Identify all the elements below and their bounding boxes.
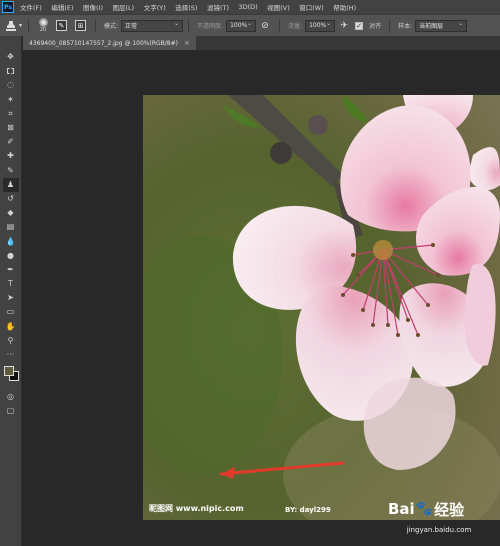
menu-window[interactable]: 窗口(W) — [299, 2, 324, 12]
airbrush-icon[interactable]: ✈ — [338, 20, 350, 32]
color-swatches[interactable] — [3, 366, 19, 384]
screen-mode-icon[interactable]: ▢ — [3, 404, 19, 418]
baidu-logo-text-right: 经验 — [434, 500, 465, 519]
separator — [28, 18, 29, 33]
flow-field[interactable]: 100% — [305, 19, 336, 32]
type-icon[interactable]: T — [3, 277, 19, 291]
baidu-url: jingyan.baidu.com — [406, 526, 472, 534]
separator — [95, 18, 96, 33]
marquee-icon[interactable] — [3, 64, 19, 78]
sample-dropdown[interactable]: 当前图层 — [415, 19, 468, 32]
close-icon[interactable]: × — [184, 39, 190, 47]
options-bar: ▾ 20 ✎ ⊞ 模式: 正常 不透明度: 100% ⊘ 流量: 100% ✈ … — [0, 14, 500, 36]
move-icon[interactable]: ✥ — [3, 50, 19, 64]
baidu-jingyan-logo: Bai 🐾 经验 — [388, 494, 496, 524]
tools-panel: ✥ ◌ ✶ ⌗ ⊠ ✐ ✚ ✎ ♟ ↺ ◆ ▤ 💧 ● ✒ T ➤ ▭ ✋ ⚲ … — [0, 36, 22, 546]
document-tab-title: 4369400_085710147557_2.jpg @ 100%(RGB/8#… — [29, 39, 178, 47]
document-tab-bar: 4369400_085710147557_2.jpg @ 100%(RGB/8#… — [23, 36, 500, 50]
flow-label: 流量: — [288, 23, 303, 30]
brush-settings-icon[interactable]: ✎ — [56, 20, 67, 31]
quick-mask-icon[interactable]: ◎ — [3, 390, 19, 404]
lasso-icon[interactable]: ◌ — [3, 78, 19, 92]
brush-tip-icon — [38, 17, 48, 27]
mode-label: 模式: — [104, 23, 119, 30]
document-tab[interactable]: 4369400_085710147557_2.jpg @ 100%(RGB/8#… — [23, 36, 196, 50]
pressure-opacity-icon[interactable]: ⊘ — [259, 20, 271, 32]
magic-wand-icon[interactable]: ✶ — [3, 93, 19, 107]
aligned-checkbox[interactable]: ✓ — [355, 21, 364, 30]
healing-brush-icon[interactable]: ✚ — [3, 149, 19, 163]
image-watermark-site: 昵图网 www.nipic.com — [149, 504, 244, 513]
menu-edit[interactable]: 编辑(E) — [51, 2, 73, 12]
menu-select[interactable]: 选择(S) — [175, 2, 197, 12]
menu-file[interactable]: 文件(F) — [20, 2, 42, 12]
eyedropper-icon[interactable]: ✐ — [3, 135, 19, 149]
sample-label: 样本: — [398, 23, 413, 30]
crop-icon[interactable]: ⌗ — [3, 107, 19, 121]
menu-bar: Ps 文件(F) 编辑(E) 图像(I) 图层(L) 文字(Y) 选择(S) 滤… — [0, 0, 500, 14]
hand-icon[interactable]: ✋ — [3, 320, 19, 334]
menu-layer[interactable]: 图层(L) — [113, 2, 135, 12]
gradient-icon[interactable]: ▤ — [3, 220, 19, 234]
clone-stamp-icon[interactable]: ▾ — [3, 18, 23, 34]
zoom-icon[interactable]: ⚲ — [3, 334, 19, 348]
pen-icon[interactable]: ✒ — [3, 263, 19, 277]
image-watermark-author: BY: dayl299 — [285, 506, 331, 514]
more-tools-icon[interactable]: ··· — [3, 348, 19, 362]
menu-filter[interactable]: 滤镜(T) — [207, 2, 229, 12]
clone-source-icon[interactable]: ⊞ — [75, 20, 86, 31]
history-brush-icon[interactable]: ↺ — [3, 192, 19, 206]
separator — [279, 18, 281, 33]
menu-type[interactable]: 文字(Y) — [144, 2, 166, 12]
clone-stamp-icon[interactable]: ♟ — [2, 177, 19, 192]
brush-size-value: 20 — [39, 26, 47, 33]
document-image[interactable]: 昵图网 www.nipic.com BY: dayl299 — [143, 95, 500, 520]
menu-view[interactable]: 视图(V) — [267, 2, 290, 12]
frame-icon[interactable]: ⊠ — [3, 121, 19, 135]
aligned-label: 对齐 — [369, 23, 382, 30]
opacity-label: 不透明度: — [197, 23, 224, 30]
path-selection-icon[interactable]: ➤ — [3, 291, 19, 305]
mode-dropdown[interactable]: 正常 — [121, 19, 184, 32]
menu-image[interactable]: 图像(I) — [83, 2, 103, 12]
opacity-field[interactable]: 100% — [226, 19, 257, 32]
eraser-icon[interactable]: ◆ — [3, 206, 19, 220]
brush-icon[interactable]: ✎ — [3, 164, 19, 178]
brush-preset-picker[interactable]: 20 — [34, 17, 52, 35]
foreground-color-swatch[interactable] — [3, 366, 14, 377]
paw-icon: 🐾 — [415, 501, 434, 517]
menu-3d[interactable]: 3D(D) — [239, 3, 258, 11]
dodge-icon[interactable]: ● — [3, 249, 19, 263]
separator — [389, 18, 391, 33]
blur-icon[interactable]: 💧 — [3, 234, 19, 248]
separator — [188, 18, 190, 33]
rectangle-icon[interactable]: ▭ — [3, 305, 19, 319]
menu-help[interactable]: 帮助(H) — [333, 2, 356, 12]
baidu-logo-text-left: Bai — [388, 500, 415, 518]
photoshop-logo[interactable]: Ps — [2, 1, 14, 13]
